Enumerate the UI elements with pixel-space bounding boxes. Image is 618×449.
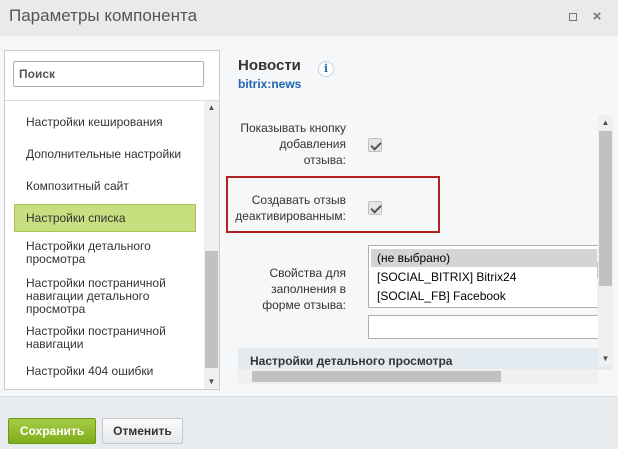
sidebar-scrollbar[interactable]: ▲ ▼ [204, 101, 219, 389]
settings-scrollbar[interactable]: ▲ ▼ [598, 115, 613, 366]
settings-scroll-thumb[interactable] [599, 131, 612, 286]
show-add-button-label: Показывать кнопку добавления отзыва: [240, 121, 346, 167]
cancel-button[interactable]: Отменить [102, 418, 183, 444]
sidebar-item-404[interactable]: Настройки 404 ошибки [14, 365, 196, 378]
sidebar: Настройки кеширования Дополнительные нас… [4, 50, 220, 390]
settings-hscroll-thumb[interactable] [252, 371, 501, 382]
section-header-label: Настройки детального просмотра [250, 354, 453, 368]
scroll-down-icon[interactable]: ▼ [598, 354, 613, 364]
create-inactive-label: Создавать отзыв деактивированным: [235, 193, 346, 223]
sidebar-item-caching[interactable]: Настройки кеширования [14, 116, 196, 129]
close-icon[interactable]: × [589, 9, 605, 25]
component-code: bitrix:news [238, 77, 302, 91]
scroll-up-icon[interactable]: ▲ [204, 103, 219, 113]
window-titlebar: Параметры компонента × [0, 0, 618, 36]
sidebar-item-composite[interactable]: Композитный сайт [14, 180, 196, 193]
sidebar-item-additional[interactable]: Дополнительные настройки [14, 148, 196, 161]
scroll-down-icon[interactable]: ▼ [204, 377, 219, 387]
sidebar-item-list-settings[interactable]: Настройки списка [14, 204, 196, 232]
dialog-footer: Сохранить Отменить [0, 396, 618, 449]
window-title: Параметры компонента [9, 6, 198, 25]
sidebar-item-detail-pagination[interactable]: Настройки постраничной навигации детальн… [14, 277, 196, 316]
maximize-icon[interactable] [565, 9, 581, 25]
settings-hscrollbar[interactable] [238, 369, 598, 384]
properties-listbox[interactable]: (не выбрано) [SOCIAL_BITRIX] Bitrix24 [S… [368, 245, 610, 308]
section-header-detail[interactable]: Настройки детального просмотра [238, 348, 613, 370]
sidebar-item-detail-view[interactable]: Настройки детального просмотра [14, 240, 196, 266]
properties-label: Свойства для заполнения в форме отзыва: [262, 266, 346, 312]
properties-extra-input[interactable] [368, 315, 610, 339]
scroll-up-icon[interactable]: ▲ [598, 118, 613, 128]
show-add-button-checkbox[interactable] [368, 138, 382, 152]
sidebar-search-area [5, 51, 219, 101]
listbox-option[interactable]: (не выбрано) [371, 249, 599, 267]
search-input[interactable] [13, 61, 204, 87]
component-name: Новости [238, 57, 301, 74]
listbox-option[interactable]: [SOCIAL_BITRIX] Bitrix24 [371, 268, 599, 286]
create-inactive-checkbox[interactable] [368, 201, 382, 215]
sidebar-scroll-thumb[interactable] [205, 251, 218, 368]
sidebar-item-pagination[interactable]: Настройки постраничной навигации [14, 325, 196, 351]
info-icon[interactable]: i [318, 61, 334, 77]
save-button[interactable]: Сохранить [8, 418, 96, 444]
listbox-option[interactable]: [SOCIAL_FB] Facebook [371, 287, 599, 305]
